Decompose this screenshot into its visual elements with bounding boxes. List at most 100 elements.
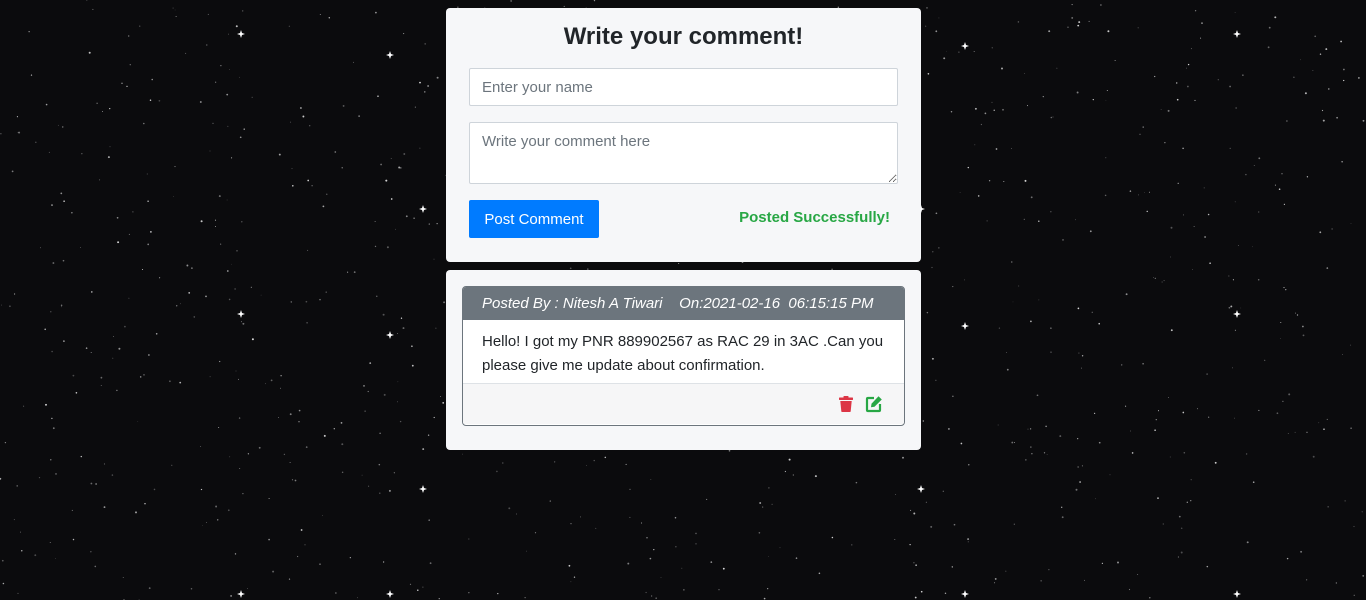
star <box>1331 228 1333 230</box>
star <box>1203 187 1205 189</box>
star <box>1017 21 1020 23</box>
edit-icon[interactable] <box>865 395 883 413</box>
star <box>342 104 345 107</box>
star <box>377 95 379 98</box>
star <box>395 228 396 230</box>
comment-textarea[interactable] <box>469 122 898 184</box>
star <box>90 482 93 485</box>
star <box>364 410 366 412</box>
star <box>132 211 134 213</box>
star <box>103 506 106 509</box>
star <box>411 364 414 367</box>
star <box>424 43 427 45</box>
star <box>1232 367 1233 369</box>
star <box>13 519 15 521</box>
star <box>1154 429 1156 431</box>
star <box>1304 92 1307 95</box>
star <box>526 550 527 552</box>
star <box>0 477 2 480</box>
star <box>895 494 897 496</box>
star <box>1177 182 1179 184</box>
star <box>385 179 388 182</box>
star <box>200 446 202 447</box>
star <box>943 57 946 60</box>
star <box>1157 497 1159 499</box>
star <box>231 263 232 265</box>
star <box>1081 465 1083 467</box>
star <box>63 200 65 202</box>
star <box>353 271 356 273</box>
star <box>1300 550 1303 553</box>
star <box>411 345 413 348</box>
star <box>510 0 512 2</box>
star <box>419 147 421 149</box>
star <box>427 434 430 436</box>
star <box>958 51 960 53</box>
star <box>795 557 798 559</box>
star <box>909 543 911 546</box>
star <box>1326 418 1328 420</box>
star <box>379 492 381 494</box>
star <box>427 85 429 87</box>
star <box>361 474 363 476</box>
star <box>191 267 193 269</box>
sparkle-star <box>917 485 925 493</box>
star <box>307 249 309 251</box>
star <box>629 516 631 518</box>
star <box>710 561 713 563</box>
star <box>953 523 956 526</box>
star <box>1186 67 1187 69</box>
post-comment-button[interactable]: Post Comment <box>469 200 599 238</box>
star <box>4 441 7 444</box>
star <box>299 107 302 109</box>
star <box>319 298 321 301</box>
star <box>234 553 237 555</box>
star <box>193 316 196 318</box>
star <box>341 443 344 446</box>
star <box>216 519 219 521</box>
star <box>497 592 499 595</box>
star <box>278 417 280 419</box>
star <box>925 501 927 503</box>
star <box>1319 231 1322 234</box>
comment-actions <box>463 384 904 424</box>
star <box>1154 75 1156 78</box>
star <box>206 44 208 46</box>
star <box>1228 306 1231 309</box>
star <box>353 61 354 63</box>
star <box>678 262 680 265</box>
star <box>268 497 270 500</box>
star <box>280 375 282 377</box>
star <box>1192 269 1193 270</box>
star <box>1319 53 1322 55</box>
star <box>35 141 37 143</box>
trash-icon[interactable] <box>837 395 855 413</box>
star <box>111 474 114 476</box>
star <box>1312 455 1315 458</box>
star <box>1187 63 1190 66</box>
star <box>1104 194 1107 197</box>
star <box>988 180 991 182</box>
star <box>1342 354 1344 356</box>
star <box>1030 320 1032 323</box>
star <box>1240 307 1242 309</box>
star <box>172 7 174 9</box>
star <box>11 170 14 173</box>
star <box>1038 299 1040 301</box>
star <box>1046 454 1048 456</box>
star <box>405 215 408 218</box>
star <box>322 515 323 517</box>
star <box>1011 261 1013 263</box>
star <box>767 588 769 590</box>
name-input[interactable] <box>469 68 898 106</box>
star <box>1077 466 1079 468</box>
star <box>1107 30 1110 33</box>
star <box>1170 256 1171 258</box>
star <box>174 9 176 11</box>
star <box>1031 453 1033 455</box>
comment-header: Posted By : Nitesh A Tiwari On:2021-02-1… <box>463 287 904 320</box>
star <box>214 225 216 227</box>
star <box>278 153 281 156</box>
star <box>1100 4 1102 6</box>
star <box>1029 428 1032 430</box>
